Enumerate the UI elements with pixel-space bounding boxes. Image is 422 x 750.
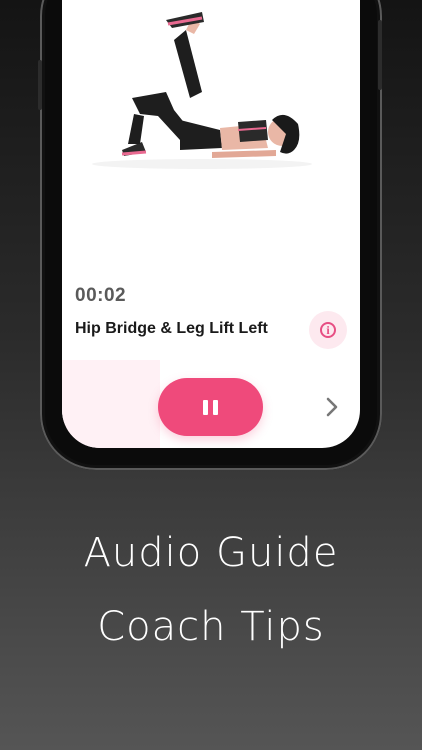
info-button[interactable]: i (309, 311, 347, 349)
caption-line-1: Audio Guide (83, 530, 339, 576)
next-exercise-button[interactable] (320, 392, 344, 422)
info-icon: i (320, 322, 336, 338)
phone-side-button (378, 20, 382, 90)
chevron-right-icon (326, 397, 338, 417)
woman-leg-lift-illustration (92, 12, 312, 169)
caption-line-2: Coach Tips (97, 604, 325, 650)
exercise-timer: 00:02 (75, 285, 127, 306)
pause-button[interactable] (158, 378, 263, 436)
pause-icon (203, 399, 208, 415)
exercise-progress-fill (62, 360, 160, 448)
phone-side-button (38, 60, 42, 110)
pause-icon (213, 399, 218, 415)
exercise-name: Hip Bridge & Leg Lift Left (75, 320, 268, 337)
app-screen: 00:02 Hip Bridge & Leg Lift Left i (62, 0, 360, 448)
